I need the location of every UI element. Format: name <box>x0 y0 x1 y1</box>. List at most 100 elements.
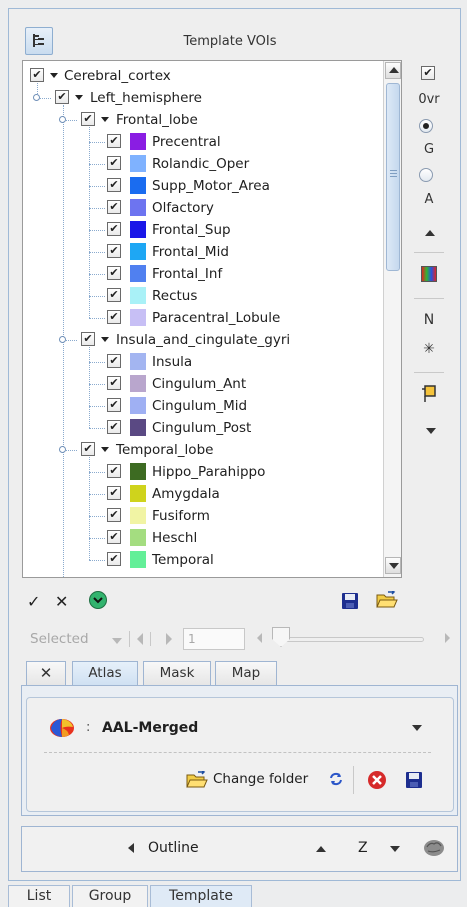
color-swatch[interactable] <box>130 353 146 370</box>
tree-row-cing-ant[interactable]: ✔ Cingulum_Ant <box>23 373 383 395</box>
crop-icon[interactable] <box>421 384 439 404</box>
tree-checkbox[interactable]: ✔ <box>107 376 121 390</box>
normalize-button[interactable]: N <box>413 312 445 328</box>
tree-row-frontal-sup[interactable]: ✔ Frontal_Sup <box>23 219 383 241</box>
tree-row-amygdala[interactable]: ✔ Amygdala <box>23 483 383 505</box>
tree-row-temporal[interactable]: ✔ Temporal_lobe <box>23 439 383 461</box>
tree-checkbox[interactable]: ✔ <box>107 552 121 566</box>
tree-row-cing-post[interactable]: ✔ Cingulum_Post <box>23 417 383 439</box>
tree-checkbox[interactable]: ✔ <box>107 486 121 500</box>
tree-row-frontal-inf[interactable]: ✔ Frontal_Inf <box>23 263 383 285</box>
expand-toggle-icon[interactable] <box>101 337 109 342</box>
atlas-dropdown-icon[interactable] <box>412 725 422 731</box>
change-folder-icon[interactable] <box>186 771 208 789</box>
selection-mode-select[interactable]: Selected <box>30 631 89 647</box>
previous-frame-icon[interactable] <box>137 633 143 645</box>
tree-row-insula[interactable]: ✔ Insula <box>23 351 383 373</box>
tree-row-hippo[interactable]: ✔ Hippo_Parahippo <box>23 461 383 483</box>
atlas-name-select[interactable]: AAL-Merged <box>102 720 198 736</box>
expand-toggle-icon[interactable] <box>75 95 83 100</box>
color-swatch[interactable] <box>130 419 146 436</box>
tree-row-temporal-leaf[interactable]: ✔ Temporal <box>23 549 383 571</box>
asterisk-button[interactable]: ✳ <box>413 341 445 357</box>
tree-checkbox[interactable]: ✔ <box>107 156 121 170</box>
tree-checkbox[interactable]: ✔ <box>30 68 44 82</box>
tree-row-insula-cing[interactable]: ✔ Insula_and_cingulate_gyri <box>23 329 383 351</box>
tab-list[interactable]: List <box>8 885 70 907</box>
next-frame-icon[interactable] <box>166 633 172 645</box>
frame-slider[interactable] <box>280 637 424 642</box>
tree-row-frontal-mid[interactable]: ✔ Frontal_Mid <box>23 241 383 263</box>
open-folder-icon[interactable] <box>376 591 398 609</box>
tree-row-rectus[interactable]: ✔ Rectus <box>23 285 383 307</box>
slider-left-icon[interactable] <box>257 633 262 643</box>
expand-all-icon[interactable] <box>88 590 108 610</box>
tab-map[interactable]: Map <box>215 661 277 685</box>
tab-group[interactable]: Group <box>72 885 148 907</box>
slider-right-icon[interactable] <box>445 633 450 643</box>
color-swatch[interactable] <box>130 309 146 326</box>
color-swatch[interactable] <box>130 155 146 172</box>
color-swatch[interactable] <box>130 551 146 568</box>
color-swatch[interactable] <box>130 463 146 480</box>
tree-row-frontal[interactable]: ✔ Frontal_lobe <box>23 109 383 131</box>
outline-button[interactable]: Outline <box>148 840 199 856</box>
tree-row-left-hemi[interactable]: ✔ Left_hemisphere <box>23 87 383 109</box>
tree-checkbox[interactable]: ✔ <box>107 222 121 236</box>
tree-row-rolandic[interactable]: ✔ Rolandic_Oper <box>23 153 383 175</box>
save-icon[interactable] <box>341 592 359 610</box>
tree-row-cerebral[interactable]: ✔ Cerebral_cortex <box>23 65 383 87</box>
dropdown-down-icon[interactable] <box>426 428 436 434</box>
tree-row-heschl[interactable]: ✔ Heschl <box>23 527 383 549</box>
brain-render-icon[interactable] <box>423 838 445 858</box>
tab-mask[interactable]: Mask <box>143 661 211 685</box>
expand-toggle-icon[interactable] <box>50 73 58 78</box>
check-all-button[interactable]: ✓ <box>27 592 40 611</box>
scroll-down-button[interactable] <box>385 557 401 574</box>
color-swatch[interactable] <box>130 485 146 502</box>
color-table-icon[interactable] <box>421 266 437 282</box>
tree-checkbox[interactable]: ✔ <box>107 398 121 412</box>
color-swatch[interactable] <box>130 199 146 216</box>
tree-row-supp-motor[interactable]: ✔ Supp_Motor_Area <box>23 175 383 197</box>
tree-checkbox[interactable]: ✔ <box>81 332 95 346</box>
color-swatch[interactable] <box>130 243 146 260</box>
tree-checkbox[interactable]: ✔ <box>107 464 121 478</box>
tree-checkbox[interactable]: ✔ <box>81 442 95 456</box>
a-radio[interactable] <box>419 168 433 182</box>
expand-toggle-icon[interactable] <box>101 447 109 452</box>
color-swatch[interactable] <box>130 507 146 524</box>
delete-icon[interactable] <box>367 770 387 790</box>
tree-row-cing-mid[interactable]: ✔ Cingulum_Mid <box>23 395 383 417</box>
color-swatch[interactable] <box>130 177 146 194</box>
tree-checkbox[interactable]: ✔ <box>107 530 121 544</box>
color-swatch[interactable] <box>130 287 146 304</box>
tab-atlas[interactable]: Atlas <box>72 661 138 686</box>
selection-dropdown-icon[interactable] <box>112 638 122 644</box>
save-atlas-icon[interactable] <box>405 771 423 789</box>
scroll-thumb[interactable] <box>386 83 400 271</box>
color-swatch[interactable] <box>130 375 146 392</box>
color-swatch[interactable] <box>130 529 146 546</box>
tree-row-olfactory[interactable]: ✔ Olfactory <box>23 197 383 219</box>
tab-template[interactable]: Template <box>150 885 252 907</box>
color-swatch[interactable] <box>130 133 146 150</box>
tree-row-fusiform[interactable]: ✔ Fusiform <box>23 505 383 527</box>
tree-scrollbar[interactable] <box>383 61 401 577</box>
tree-checkbox[interactable]: ✔ <box>81 112 95 126</box>
tree-checkbox[interactable]: ✔ <box>107 244 121 258</box>
tree-row-precentral[interactable]: ✔ Precentral <box>23 131 383 153</box>
voi-tree[interactable]: ✔ Cerebral_cortex ✔ Left_hemisphere ✔ Frontal… <box>22 60 402 578</box>
increase-icon[interactable] <box>316 846 326 852</box>
g-radio[interactable] <box>419 119 433 133</box>
remove-tab-button[interactable]: ✕ <box>26 661 66 685</box>
tree-checkbox[interactable]: ✔ <box>107 266 121 280</box>
outline-collapse-icon[interactable] <box>128 843 134 853</box>
scroll-up-button[interactable] <box>385 62 401 79</box>
expand-toggle-icon[interactable] <box>101 117 109 122</box>
color-swatch[interactable] <box>130 265 146 282</box>
collapse-up-icon[interactable] <box>425 230 435 236</box>
color-swatch[interactable] <box>130 397 146 414</box>
refresh-icon[interactable] <box>328 771 344 787</box>
axis-dropdown-icon[interactable] <box>390 846 400 852</box>
